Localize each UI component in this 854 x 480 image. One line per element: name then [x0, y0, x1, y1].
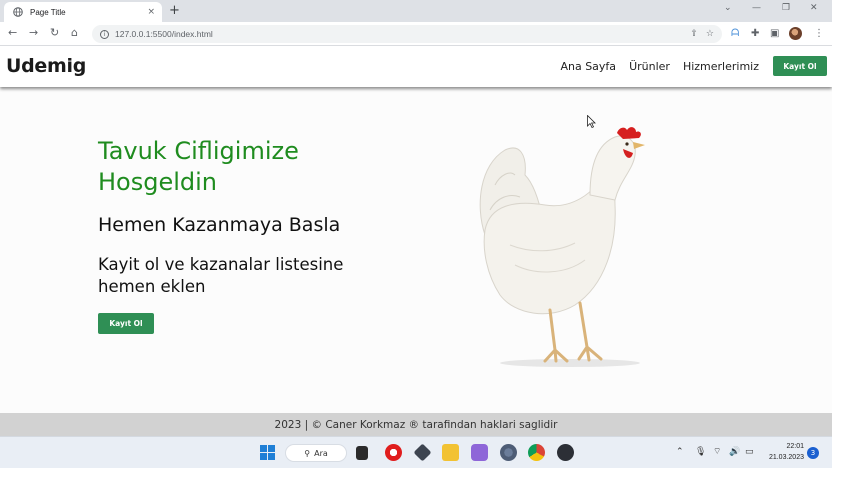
windows-taskbar: ⚲ Ara ⌃ 🎙 ⌔ 🔊 ▭ 22:01 21.03.2023 3	[0, 436, 832, 468]
wifi-icon[interactable]: ⌔	[713, 446, 721, 458]
minimize-icon[interactable]: —	[752, 3, 761, 13]
globe-icon	[13, 7, 23, 17]
github-desktop-icon[interactable]	[557, 444, 574, 461]
share-icon[interactable]: ⇪	[690, 29, 698, 39]
site-info-icon[interactable]: i	[100, 29, 109, 39]
url-text[interactable]: 127.0.0.1:5500/index.html	[115, 29, 690, 39]
task-view-icon[interactable]	[356, 446, 368, 460]
hero-title: Tavuk Cifligimize Hosgeldin	[98, 137, 299, 196]
clock-date: 21.03.2023	[768, 454, 804, 461]
windows-start-icon[interactable]	[259, 444, 276, 461]
nav-link-home[interactable]: Ana Sayfa	[560, 60, 616, 73]
taskbar-search[interactable]: ⚲ Ara	[285, 444, 347, 462]
opera-icon[interactable]	[385, 444, 402, 461]
forward-button[interactable]: →	[29, 26, 38, 40]
address-bar[interactable]: i 127.0.0.1:5500/index.html ⇪ ☆	[92, 25, 722, 43]
taskbar-clock[interactable]: 22:01 21.03.2023	[764, 441, 804, 463]
back-button[interactable]: ←	[8, 26, 17, 40]
hero-text: Kayit ol ve kazanalar listesine hemen ek…	[98, 255, 344, 296]
new-tab-button[interactable]: +	[169, 3, 180, 19]
profile-avatar[interactable]	[789, 27, 802, 40]
clock-time: 22:01	[786, 443, 804, 450]
settings-gear-icon[interactable]	[500, 444, 517, 461]
mouse-cursor-icon	[587, 115, 596, 128]
maximize-icon[interactable]: ❐	[782, 3, 790, 13]
extension-icon[interactable]: ᗩ	[731, 27, 739, 40]
bookmark-star-icon[interactable]: ☆	[706, 29, 714, 39]
file-explorer-icon[interactable]	[442, 444, 459, 461]
tray-chevron-up-icon[interactable]: ⌃	[676, 446, 684, 458]
snipping-tool-icon[interactable]	[471, 444, 488, 461]
window-close-icon[interactable]: ✕	[810, 3, 818, 13]
battery-icon[interactable]: ▭	[745, 446, 754, 458]
nav-link-products[interactable]: Ürünler	[629, 60, 670, 73]
search-icon: ⚲	[304, 448, 311, 458]
chicken-image	[479, 127, 645, 367]
chrome-icon[interactable]	[528, 444, 545, 461]
notification-badge[interactable]: 3	[807, 447, 819, 459]
microphone-icon[interactable]: 🎙	[695, 446, 706, 458]
page-viewport: Udemig Ana Sayfa Ürünler Hizmerlerimiz K…	[0, 47, 832, 436]
screen: Page Title × + ⌄ — ❐ ✕ ← → ↻ ⌂ i 127.0.0…	[0, 0, 854, 480]
app-cube-icon[interactable]	[413, 443, 432, 462]
volume-icon[interactable]: 🔊	[729, 446, 740, 458]
side-panel-icon[interactable]: ▣	[770, 27, 779, 40]
tab-title: Page Title	[30, 7, 66, 17]
hero-subtitle: Hemen Kazanmaya Basla	[98, 214, 341, 236]
browser-tab[interactable]: Page Title ×	[4, 2, 162, 22]
puzzle-extensions-icon[interactable]: ✚	[751, 27, 759, 40]
site-logo[interactable]: Udemig	[6, 55, 86, 77]
browser-toolbar: ← → ↻ ⌂ i 127.0.0.1:5500/index.html ⇪ ☆ …	[0, 22, 832, 46]
home-button[interactable]: ⌂	[71, 26, 78, 40]
reload-button[interactable]: ↻	[50, 26, 59, 40]
nav-link-services[interactable]: Hizmerlerimiz	[683, 60, 759, 73]
site-navbar: Udemig Ana Sayfa Ürünler Hizmerlerimiz K…	[0, 47, 832, 87]
nav-links: Ana Sayfa Ürünler Hizmerlerimiz	[560, 60, 759, 73]
nav-register-button[interactable]: Kayıt Ol	[773, 56, 827, 76]
taskbar-search-label: Ara	[314, 448, 328, 458]
site-footer: 2023 | © Caner Korkmaz ® tarafindan hakl…	[0, 413, 832, 436]
browser-menu-icon[interactable]: ⋮	[814, 27, 824, 40]
hero-register-button[interactable]: Kayıt Ol	[98, 313, 154, 334]
tab-close-icon[interactable]: ×	[147, 7, 155, 17]
browser-tab-strip: Page Title × + ⌄ — ❐ ✕	[0, 0, 832, 22]
tab-search-icon[interactable]: ⌄	[724, 3, 732, 13]
